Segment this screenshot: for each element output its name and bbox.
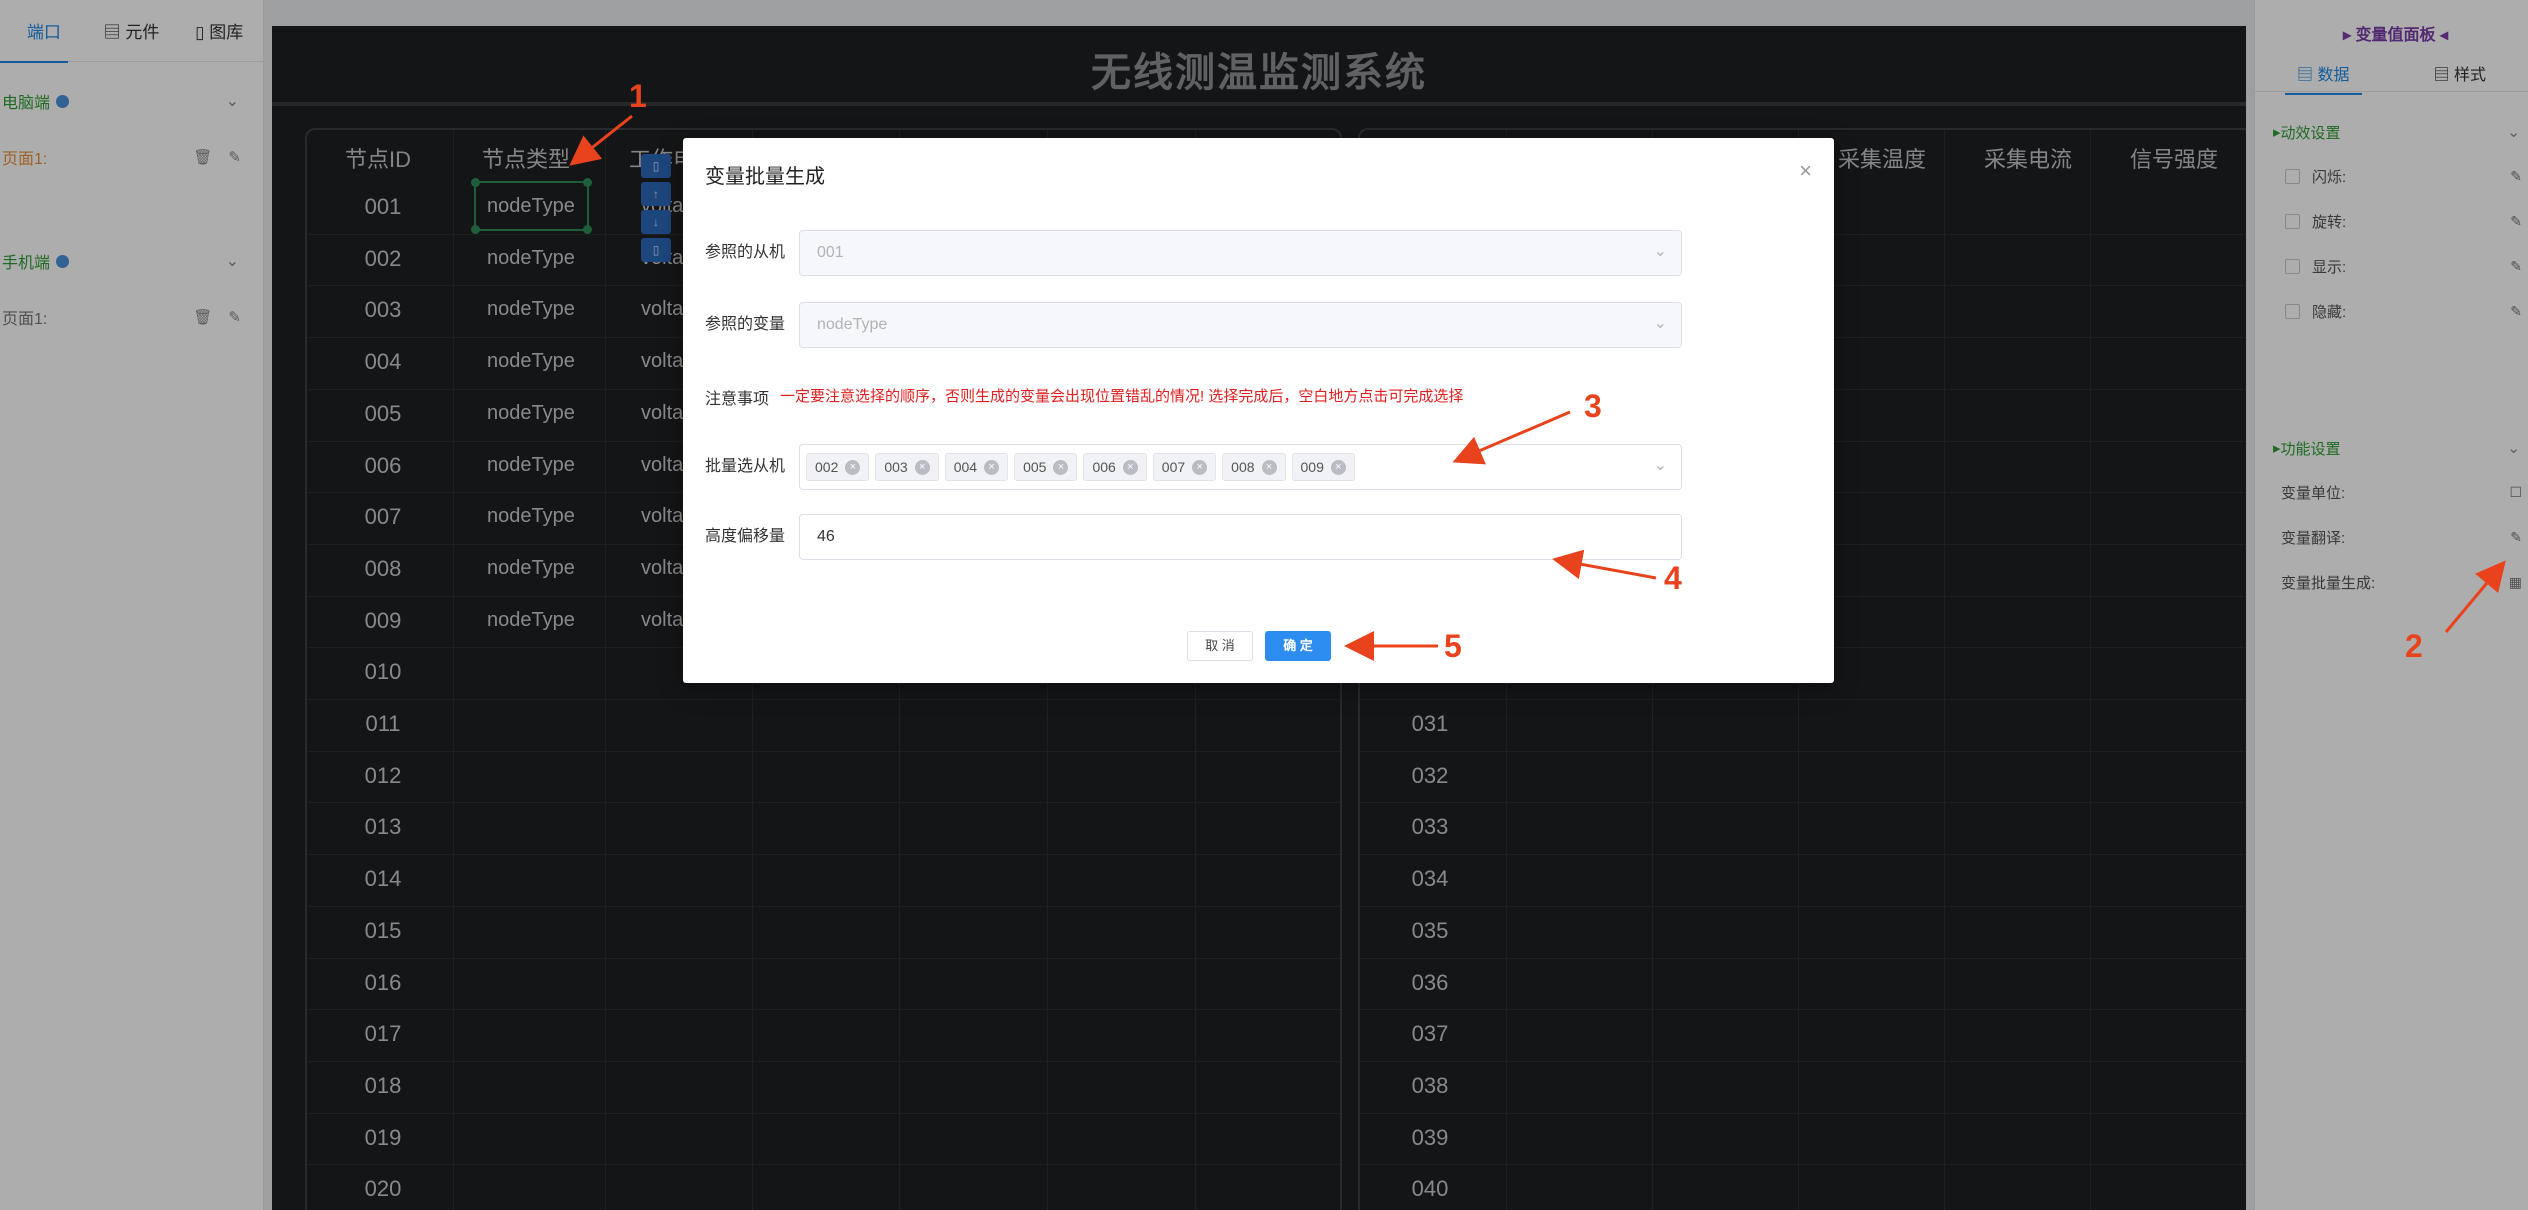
selected-tag: 003 × <box>875 453 939 481</box>
annotation-5: 5 <box>1444 628 1462 664</box>
tag-label: 004 <box>953 459 978 475</box>
remove-tag-icon[interactable]: × <box>1330 459 1346 475</box>
selected-tag: 004 × <box>944 453 1009 481</box>
tag-label: 005 <box>1023 459 1047 475</box>
selected-tag: 002 × <box>806 453 870 481</box>
tag-label: 003 <box>884 459 908 475</box>
chevron-down-icon: ⌄ <box>1653 243 1667 260</box>
batch-label: 批量选从机 <box>705 458 786 475</box>
ref-var-value: nodeType <box>817 316 888 333</box>
remove-tag-icon[interactable]: × <box>1122 459 1138 475</box>
dialog-title: 变量批量生成 <box>705 166 825 188</box>
annotation-3: 3 <box>1584 388 1602 424</box>
ref-var-label: 参照的变量 <box>705 316 786 333</box>
chevron-down-icon: ⌄ <box>1653 315 1667 332</box>
confirm-button[interactable]: 确 定 <box>1265 631 1331 661</box>
ref-slave-select[interactable]: 001 ⌄ <box>799 230 1682 276</box>
ref-slave-label: 参照的从机 <box>705 244 786 261</box>
annotation-1: 1 <box>629 78 647 114</box>
offset-label: 高度偏移量 <box>705 528 786 545</box>
tag-label: 002 <box>815 459 839 475</box>
ref-var-select[interactable]: nodeType ⌄ <box>799 302 1682 348</box>
remove-tag-icon[interactable]: × <box>845 459 861 475</box>
field-ref-slave: 参照的从机 001 ⌄ <box>705 230 1682 276</box>
remove-tag-icon[interactable]: × <box>914 459 930 475</box>
batch-generate-dialog: 变量批量生成 × 参照的从机 001 ⌄ 参照的变量 nodeType ⌄ 注意… <box>683 138 1834 683</box>
offset-value: 46 <box>817 528 835 545</box>
remove-tag-icon[interactable]: × <box>984 459 1000 475</box>
offset-input[interactable]: 46 <box>799 514 1682 560</box>
tag-label: 006 <box>1092 459 1116 475</box>
close-icon[interactable]: × <box>1799 158 1812 184</box>
selected-tag: 007 × <box>1152 453 1217 481</box>
remove-tag-icon[interactable]: × <box>1261 459 1277 475</box>
cancel-button[interactable]: 取 消 <box>1187 631 1253 661</box>
tag-label: 009 <box>1300 459 1324 475</box>
remove-tag-icon[interactable]: × <box>1053 459 1069 475</box>
batch-slaves-multiselect[interactable]: 002 × 003 × 004 × 005 × 006 × 007 × 008 × 009 × ⌄ <box>799 444 1682 490</box>
remove-tag-icon[interactable]: × <box>1192 459 1208 475</box>
field-batch-slaves: 批量选从机 002 × 003 × 004 × 005 × 006 × 007 × 008 × 009 × ⌄ <box>705 444 1682 490</box>
tag-label: 007 <box>1161 459 1186 475</box>
selected-tag: 008 × <box>1222 453 1286 481</box>
notice-label: 注意事项 <box>705 391 770 408</box>
field-ref-var: 参照的变量 nodeType ⌄ <box>705 302 1682 348</box>
selected-tag: 009 × <box>1291 453 1355 481</box>
tag-label: 008 <box>1231 459 1255 475</box>
annotation-2: 2 <box>2405 628 2423 664</box>
selected-tag: 005 × <box>1014 453 1078 481</box>
chevron-down-icon: ⌄ <box>1653 457 1667 474</box>
field-offset: 高度偏移量 46 <box>705 514 1682 560</box>
selected-tag: 006 × <box>1083 453 1147 481</box>
notice-text: 一定要注意选择的顺序，否则生成的变量会出现位置错乱的情况! 选择完成后，空白地方… <box>780 388 1464 405</box>
tag-list: 002 × 003 × 004 × 005 × 006 × 007 × 008 × 009 × <box>806 453 1355 481</box>
ref-slave-value: 001 <box>817 244 844 261</box>
annotation-4: 4 <box>1664 560 1682 596</box>
